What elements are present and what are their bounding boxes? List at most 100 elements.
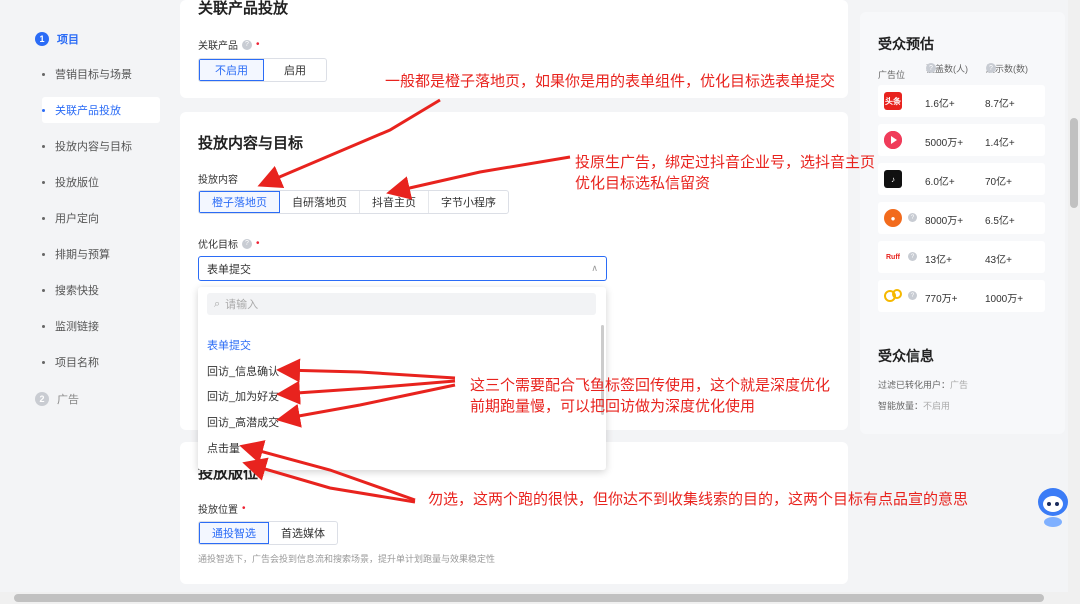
nav-item-targeting[interactable]: 用户定向	[42, 205, 160, 231]
label-text: 投放位置	[198, 505, 238, 516]
section-title: 投放内容与目标	[198, 135, 304, 152]
audience-row-ruff: Ruff ? 13亿+ 43亿+	[878, 241, 1045, 273]
field-label-related: 关联产品 ? •	[198, 37, 260, 52]
option-smart-placement[interactable]: 通投智选	[199, 522, 269, 544]
nav-item-tracking-link[interactable]: 监测链接	[42, 313, 160, 339]
required-mark: •	[256, 39, 260, 50]
required-mark: •	[256, 238, 260, 249]
dropdown-item-form-submit[interactable]: 表单提交	[207, 337, 251, 353]
coverage-value: 13亿+	[925, 255, 952, 266]
nav-item-label: 投放内容与目标	[55, 141, 132, 153]
help-icon[interactable]: ?	[242, 238, 252, 249]
optimization-goal-select[interactable]: 表单提交 ∧	[198, 256, 607, 281]
placement-hint: 通投智选下，广告会投到信息流和搜索场景，提升单计划跑量与效果稳定性	[198, 554, 496, 564]
option-self-landing[interactable]: 自研落地页	[280, 191, 360, 213]
audience-panel: 受众预估 广告位 覆盖数(人)? 展示数(数)? 头条 1.6亿+ 8.7亿+ …	[860, 12, 1065, 434]
dropdown-item-revisit-friend[interactable]: 回访_加为好友	[207, 388, 279, 404]
help-icon[interactable]: ?	[986, 63, 996, 73]
option-enabled[interactable]: 启用	[264, 59, 326, 81]
annotation-douyin-line1: 投原生广告，绑定过抖音企业号，选抖音主页	[575, 153, 876, 171]
nav-item-label: 用户定向	[55, 213, 99, 225]
option-preferred-media[interactable]: 首选媒体	[269, 522, 337, 544]
nav-step-project[interactable]: 1 项目	[35, 31, 79, 47]
impressions-value: 6.5亿+	[985, 216, 1015, 227]
nav-item-placement[interactable]: 投放版位	[42, 169, 160, 195]
search-placeholder: 请输入	[225, 299, 259, 311]
help-icon[interactable]: ?	[908, 213, 917, 222]
scrollbar-thumb[interactable]	[1070, 118, 1078, 208]
left-nav: 1 项目 营销目标与场景 关联产品投放 投放内容与目标 投放版位 用户定向 排期…	[0, 0, 180, 592]
nav-item-related-product[interactable]: 关联产品投放	[42, 97, 160, 123]
field-label-placement: 投放位置 •	[198, 501, 246, 516]
option-douyin-homepage[interactable]: 抖音主页	[360, 191, 429, 213]
audience-row-xigua: 5000万+ 1.4亿+	[878, 124, 1045, 156]
vertical-scrollbar[interactable]	[1068, 0, 1080, 592]
step-number: 1	[35, 32, 49, 46]
coin-logo-icon	[884, 287, 902, 305]
option-mini-program[interactable]: 字节小程序	[429, 191, 508, 213]
nav-item-content-goal[interactable]: 投放内容与目标	[42, 133, 160, 159]
option-disabled[interactable]: 不启用	[199, 59, 264, 81]
annotation-revisit-line2: 前期跑量慢，可以把回访做为深度优化使用	[470, 397, 756, 415]
bullet-icon	[42, 180, 45, 184]
nav-item-label: 投放版位	[55, 177, 99, 189]
nav-item-search-boost[interactable]: 搜索快投	[42, 277, 160, 303]
annotation-douyin-line2: 优化目标选私信留资	[575, 174, 711, 192]
audience-info-title: 受众信息	[878, 348, 934, 364]
nav-item-label: 排期与预算	[55, 249, 110, 261]
help-icon[interactable]: ?	[926, 63, 936, 73]
horizontal-scrollbar[interactable]	[0, 592, 1080, 604]
assistant-mascot-icon[interactable]	[1036, 482, 1070, 528]
annotation-revisit-line1: 这三个需要配合飞鱼标签回传使用，这个就是深度优化	[470, 376, 831, 394]
impressions-value: 70亿+	[985, 177, 1012, 188]
coverage-value: 6.0亿+	[925, 177, 955, 188]
scrollbar-thumb[interactable]	[14, 594, 1044, 602]
placement-selector: 通投智选 首选媒体	[198, 521, 338, 545]
step-label: 广告	[57, 394, 79, 406]
chevron-up-icon: ∧	[591, 263, 598, 273]
audience-estimate-title: 受众预估	[878, 36, 934, 52]
option-orange-landing[interactable]: 橙子落地页	[199, 191, 280, 213]
help-icon[interactable]: ?	[242, 39, 252, 50]
toutiao-logo-icon: 头条	[884, 92, 902, 110]
nav-item-label: 项目名称	[55, 357, 99, 369]
step-number: 2	[35, 392, 49, 406]
related-product-toggle: 不启用 启用	[198, 58, 327, 82]
nav-item-marketing-goal[interactable]: 营销目标与场景	[42, 61, 160, 87]
search-icon: ⌕	[214, 297, 221, 310]
bullet-icon	[42, 72, 45, 76]
impressions-value: 43亿+	[985, 255, 1012, 266]
coverage-value: 5000万+	[925, 138, 964, 149]
nav-step-ad[interactable]: 2 广告	[35, 391, 79, 407]
nav-item-label: 搜索快投	[55, 285, 99, 297]
bullet-icon	[42, 324, 45, 328]
annotation-landing-page: 一般都是橙子落地页，如果你是用的表单组件，优化目标选表单提交	[385, 72, 836, 90]
help-icon[interactable]: ?	[908, 252, 917, 261]
bullet-icon	[42, 288, 45, 292]
section-title: 关联产品投放	[198, 0, 289, 17]
bullet-icon	[42, 360, 45, 364]
bullet-icon	[42, 252, 45, 256]
dropdown-item-revisit-deal[interactable]: 回访_高潜成交	[207, 414, 279, 430]
field-label-goal: 优化目标 ? •	[198, 236, 260, 251]
nav-item-label: 营销目标与场景	[55, 69, 132, 81]
dropdown-search-input[interactable]: ⌕ 请输入	[207, 293, 596, 315]
impressions-value: 1000万+	[985, 294, 1024, 305]
label-text: 关联产品	[198, 41, 238, 52]
coverage-value: 770万+	[925, 294, 958, 305]
audience-row-douyin: ♪ 6.0亿+ 70亿+	[878, 163, 1045, 195]
bullet-icon	[42, 216, 45, 220]
bullet-icon	[42, 108, 45, 112]
nav-item-schedule-budget[interactable]: 排期与预算	[42, 241, 160, 267]
content-type-selector: 橙子落地页 自研落地页 抖音主页 字节小程序	[198, 190, 509, 214]
douyin-logo-icon: ♪	[884, 170, 902, 188]
help-icon[interactable]: ?	[908, 291, 917, 300]
coverage-value: 1.6亿+	[925, 99, 955, 110]
nav-item-project-name[interactable]: 项目名称	[42, 349, 160, 375]
xigua-logo-icon	[884, 131, 902, 149]
dropdown-item-revisit-confirm[interactable]: 回访_信息确认	[207, 363, 279, 379]
select-value: 表单提交	[207, 263, 251, 276]
label-text: 投放内容	[198, 175, 238, 186]
audience-row-coin: ? 770万+ 1000万+	[878, 280, 1045, 312]
dropdown-item-clicks[interactable]: 点击量	[207, 440, 240, 456]
